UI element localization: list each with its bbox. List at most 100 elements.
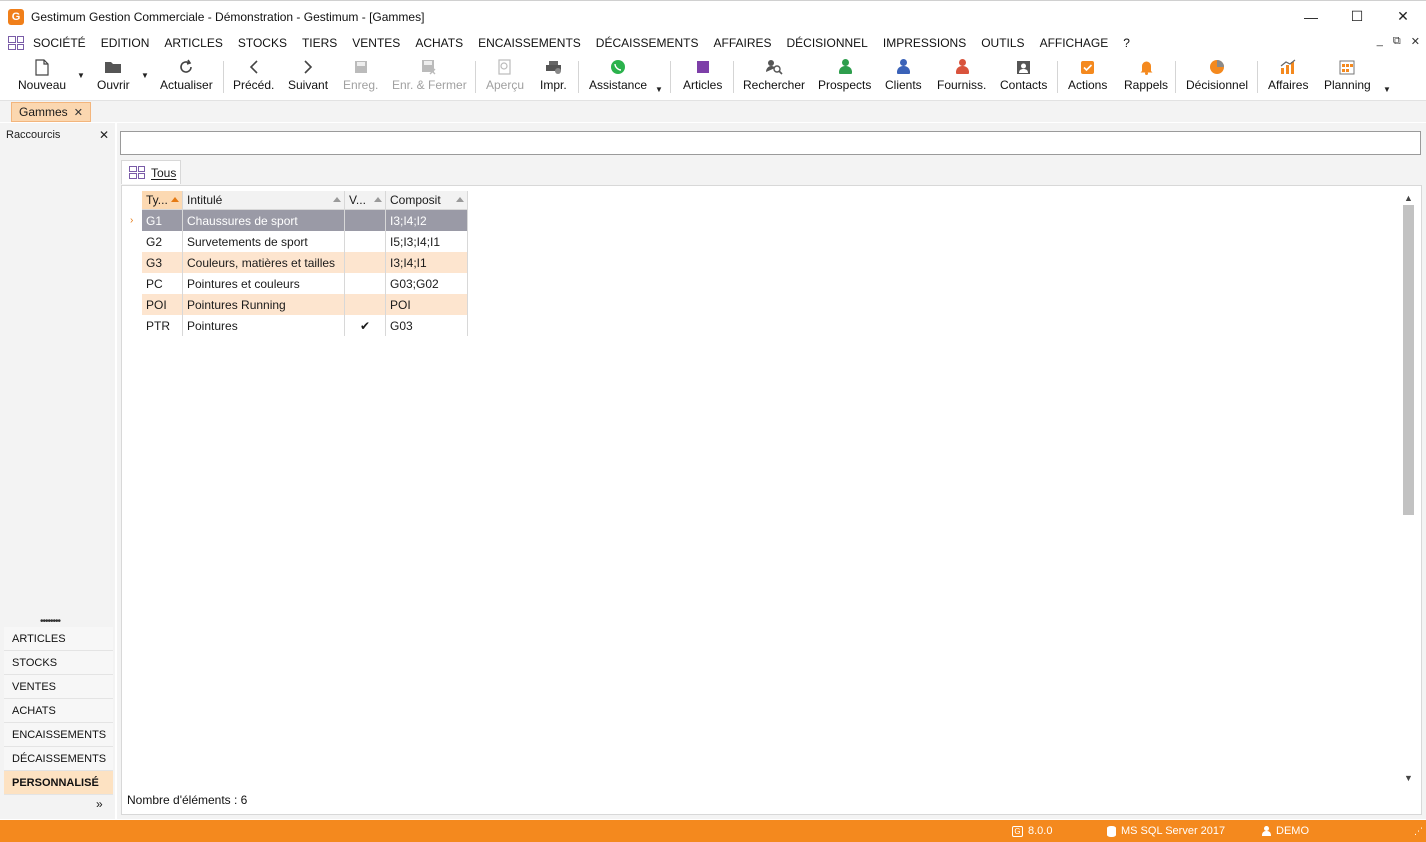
resize-grip-icon[interactable]: ⋰: [1414, 826, 1423, 837]
decisionnel-button[interactable]: Décisionnel: [1186, 58, 1248, 98]
table-row[interactable]: G2 Survetements de sport I5;I3;I4;I1: [127, 231, 468, 252]
column-header-v[interactable]: V...: [345, 191, 386, 210]
mdi-restore-button[interactable]: ⧉: [1393, 35, 1401, 48]
cell-v[interactable]: [345, 210, 386, 231]
prospects-button[interactable]: Prospects: [818, 58, 871, 98]
scroll-down-icon[interactable]: ▼: [1400, 771, 1417, 785]
tab-close-icon[interactable]: ✕: [74, 106, 83, 119]
cell-type[interactable]: PTR: [142, 315, 183, 336]
cell-intitule[interactable]: Pointures et couleurs: [183, 273, 345, 294]
splitter-grip[interactable]: ••••••••: [40, 616, 61, 627]
maximize-button[interactable]: ☐: [1334, 1, 1380, 32]
affaires-button[interactable]: Affaires: [1268, 58, 1308, 98]
cell-composit[interactable]: I3;I4;I2: [386, 210, 468, 231]
table-row[interactable]: › G1 Chaussures de sport I3;I4;I2: [127, 210, 468, 231]
cell-v[interactable]: [345, 294, 386, 315]
menu-stocks[interactable]: STOCKS: [230, 36, 294, 50]
toolbar-overflow-icon[interactable]: ▼: [1383, 85, 1391, 94]
shortcut-group-decaissements[interactable]: DÉCAISSEMENTS: [4, 747, 113, 771]
cell-intitule[interactable]: Survetements de sport: [183, 231, 345, 252]
preview-button[interactable]: Aperçu: [486, 58, 524, 98]
menu-decaissements[interactable]: DÉCAISSEMENTS: [588, 36, 706, 50]
shortcuts-close-icon[interactable]: ✕: [99, 128, 109, 142]
cell-composit[interactable]: I3;I4;I1: [386, 252, 468, 273]
shortcut-group-ventes[interactable]: VENTES: [4, 675, 113, 699]
toolbar-overflow-icon[interactable]: ▼: [655, 85, 663, 94]
shortcut-group-stocks[interactable]: STOCKS: [4, 651, 113, 675]
view-tab-tous[interactable]: Tous: [121, 160, 181, 184]
menu-ventes[interactable]: VENTES: [344, 36, 407, 50]
planning-button[interactable]: Planning: [1324, 58, 1371, 98]
cell-v[interactable]: [345, 252, 386, 273]
cell-intitule[interactable]: Couleurs, matières et tailles: [183, 252, 345, 273]
cell-composit[interactable]: G03: [386, 315, 468, 336]
menu-achats[interactable]: ACHATS: [407, 36, 470, 50]
cell-composit[interactable]: I5;I3;I4;I1: [386, 231, 468, 252]
vertical-scrollbar[interactable]: ▲ ▼: [1400, 191, 1417, 785]
save-close-button[interactable]: Enr. & Fermer: [392, 58, 467, 98]
previous-button[interactable]: Précéd.: [233, 58, 274, 98]
table-row[interactable]: PTR Pointures ✔ G03: [127, 315, 468, 336]
cell-type[interactable]: POI: [142, 294, 183, 315]
cell-v[interactable]: [345, 273, 386, 294]
save-button[interactable]: Enreg.: [343, 58, 378, 98]
cell-type[interactable]: PC: [142, 273, 183, 294]
menu-articles[interactable]: ARTICLES: [156, 36, 229, 50]
cell-intitule[interactable]: Chaussures de sport: [183, 210, 345, 231]
menu-tiers[interactable]: TIERS: [294, 36, 344, 50]
cell-intitule[interactable]: Pointures: [183, 315, 345, 336]
menu-societe[interactable]: SOCIÉTÉ: [24, 36, 93, 50]
filter-input[interactable]: [120, 131, 1421, 155]
column-header-type[interactable]: Ty...: [142, 191, 183, 210]
mdi-close-button[interactable]: ✕: [1411, 35, 1420, 48]
assistance-button[interactable]: Assistance: [589, 58, 647, 98]
menu-outils[interactable]: OUTILS: [973, 36, 1031, 50]
more-groups-icon[interactable]: »: [96, 797, 103, 811]
open-dropdown-icon[interactable]: ▼: [141, 71, 149, 80]
shortcut-group-achats[interactable]: ACHATS: [4, 699, 113, 723]
mdi-minimize-button[interactable]: _: [1377, 35, 1383, 48]
new-button[interactable]: Nouveau: [18, 58, 66, 98]
search-button[interactable]: Rechercher: [743, 58, 805, 98]
scroll-up-icon[interactable]: ▲: [1400, 191, 1417, 205]
table-row[interactable]: G3 Couleurs, matières et tailles I3;I4;I…: [127, 252, 468, 273]
shortcut-group-articles[interactable]: ARTICLES: [4, 627, 113, 651]
menu-encaissements[interactable]: ENCAISSEMENTS: [470, 36, 588, 50]
cell-type[interactable]: G3: [142, 252, 183, 273]
new-dropdown-icon[interactable]: ▼: [77, 71, 85, 80]
cell-composit[interactable]: G03;G02: [386, 273, 468, 294]
minimize-button[interactable]: —: [1288, 1, 1334, 32]
shortcut-group-personnalise[interactable]: PERSONNALISÉ: [4, 771, 113, 795]
column-header-composit[interactable]: Composit: [386, 191, 468, 210]
menu-affaires[interactable]: AFFAIRES: [705, 36, 778, 50]
print-button[interactable]: Impr.: [540, 58, 567, 98]
table-row[interactable]: PC Pointures et couleurs G03;G02: [127, 273, 468, 294]
cell-intitule[interactable]: Pointures Running: [183, 294, 345, 315]
grid-menu-icon[interactable]: [8, 36, 24, 50]
close-button[interactable]: ✕: [1380, 1, 1426, 32]
menu-impressions[interactable]: IMPRESSIONS: [875, 36, 973, 50]
contacts-button[interactable]: Contacts: [1000, 58, 1047, 98]
menu-affichage[interactable]: AFFICHAGE: [1032, 36, 1116, 50]
open-button[interactable]: Ouvrir: [97, 58, 130, 98]
column-header-intitule[interactable]: Intitulé: [183, 191, 345, 210]
cell-type[interactable]: G1: [142, 210, 183, 231]
refresh-button[interactable]: Actualiser: [160, 58, 213, 98]
cell-v-checkmark-icon[interactable]: ✔: [345, 315, 386, 336]
next-button[interactable]: Suivant: [288, 58, 328, 98]
articles-button[interactable]: Articles: [683, 58, 722, 98]
cell-composit[interactable]: POI: [386, 294, 468, 315]
cell-type[interactable]: G2: [142, 231, 183, 252]
reminders-button[interactable]: Rappels: [1124, 58, 1168, 98]
menu-help[interactable]: ?: [1115, 36, 1137, 50]
shortcut-group-encaissements[interactable]: ENCAISSEMENTS: [4, 723, 113, 747]
suppliers-button[interactable]: Fourniss.: [937, 58, 986, 98]
scroll-thumb[interactable]: [1403, 205, 1414, 515]
table-row[interactable]: POI Pointures Running POI: [127, 294, 468, 315]
menu-decisionnel[interactable]: DÉCISIONNEL: [779, 36, 875, 50]
tab-gammes[interactable]: Gammes ✕: [11, 102, 91, 122]
actions-button[interactable]: Actions: [1068, 58, 1107, 98]
menu-edition[interactable]: EDITION: [93, 36, 157, 50]
clients-button[interactable]: Clients: [885, 58, 922, 98]
cell-v[interactable]: [345, 231, 386, 252]
